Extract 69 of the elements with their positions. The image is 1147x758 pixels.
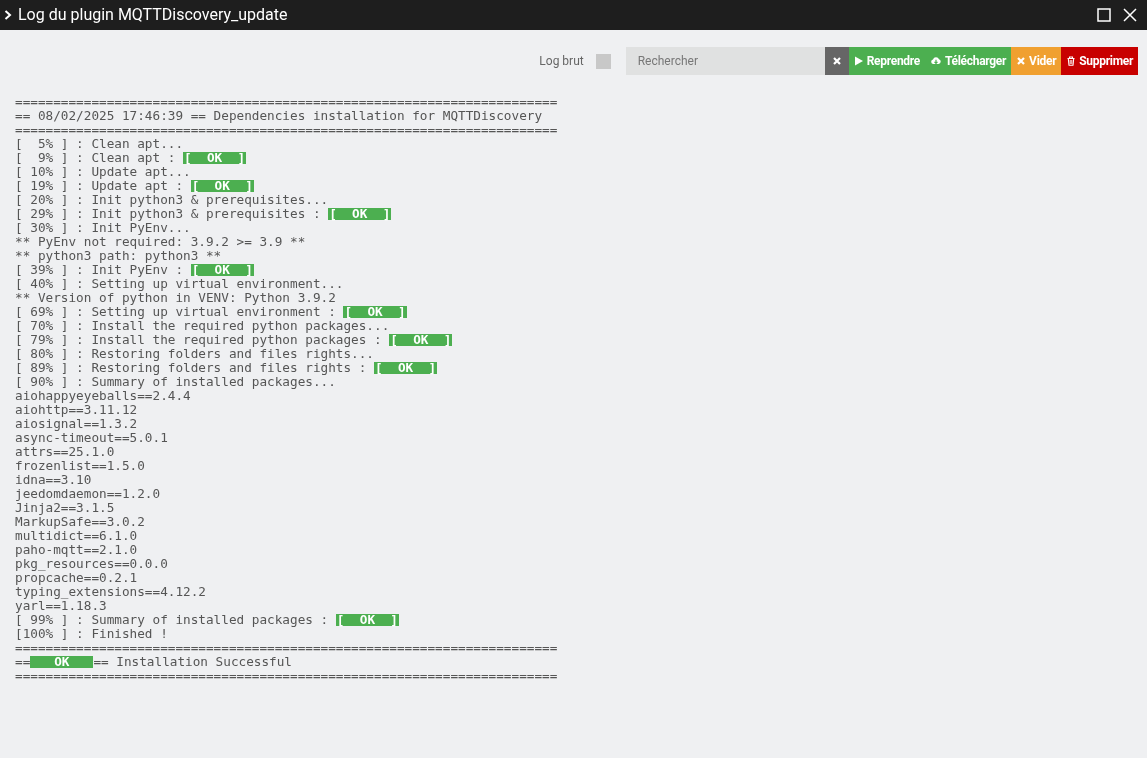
- log-line: aiohappyeyeballs==2.4.4: [15, 389, 191, 403]
- log-line: async-timeout==5.0.1: [15, 431, 168, 445]
- log-line: =======================================================================: [15, 95, 558, 109]
- log-line: frozenlist==1.5.0: [15, 459, 145, 473]
- log-line: ** Version of python in VENV: Python 3.9.2: [15, 291, 336, 305]
- log-line: [ 70% ] : Install the required python packages...: [15, 319, 390, 333]
- log-line: attrs==25.1.0: [15, 445, 115, 459]
- log-line: [ 80% ] : Restoring folders and files rights...: [15, 347, 374, 361]
- log-line: [ 40% ] : Setting up virtual environment...: [15, 277, 344, 291]
- log-line: yarl==1.18.3: [15, 599, 107, 613]
- log-line: propcache==0.2.1: [15, 571, 138, 585]
- resume-button[interactable]: Reprendre: [848, 47, 925, 75]
- log-line: idna==3.10: [15, 473, 92, 487]
- log-line: Jinja2==3.1.5: [15, 501, 115, 515]
- ok-badge: [ OK ]: [343, 306, 407, 318]
- log-line: paho-mqtt==2.1.0: [15, 543, 138, 557]
- x-icon: [1016, 56, 1027, 66]
- log-line: jeedomdaemon==1.2.0: [15, 487, 161, 501]
- ok-badge: [ OK ]: [335, 614, 399, 626]
- ok-badge: [ OK ]: [190, 180, 254, 192]
- log-line: == 08/02/2025 17:46:39 == Dependencies installation for MQTTDiscovery: [15, 109, 543, 123]
- log-line: [100% ] : Finished !: [15, 627, 168, 641]
- play-icon: [853, 56, 864, 66]
- ok-badge: [ OK ]: [190, 264, 254, 276]
- ok-badge: [ OK ]: [183, 152, 247, 164]
- log-line: =======================================================================: [15, 123, 558, 137]
- search-field[interactable]: Rechercher: [625, 47, 825, 75]
- close-icon[interactable]: [1123, 8, 1137, 22]
- log-line: [ 30% ] : Init PyEnv...: [15, 221, 191, 235]
- log-line: MarkupSafe==3.0.2: [15, 515, 145, 529]
- log-line: aiosignal==1.3.2: [15, 417, 138, 431]
- download-button[interactable]: Télécharger: [924, 47, 1012, 75]
- log-line: [ 90% ] : Summary of installed packages...: [15, 375, 336, 389]
- log-line: aiohttp==3.11.12: [15, 403, 138, 417]
- x-icon: [831, 56, 842, 66]
- window-title: Log du plugin MQTTDiscovery_update: [18, 4, 288, 26]
- log-line: pkg_resources==0.0.0: [15, 557, 168, 571]
- empty-button[interactable]: Vider: [1011, 47, 1062, 75]
- log-line: [ 10% ] : Update apt...: [15, 165, 191, 179]
- log-line: multidict==6.1.0: [15, 529, 138, 543]
- log-line: =======================================================================: [15, 669, 558, 683]
- log-line: [ 9% ] : Clean apt :: [15, 151, 176, 165]
- chevron-icon[interactable]: [4, 10, 12, 20]
- log-line: ==: [15, 655, 31, 669]
- ok-badge: OK: [30, 656, 94, 668]
- maximize-icon[interactable]: [1097, 8, 1111, 22]
- log-line: ** PyEnv not required: 3.9.2 >= 3.9 **: [15, 235, 306, 249]
- raw-log-checkbox[interactable]: [595, 53, 611, 69]
- log-line: [ 20% ] : Init python3 & prerequisites...: [15, 193, 329, 207]
- log-line: =======================================================================: [15, 641, 558, 655]
- clear-button[interactable]: [824, 47, 849, 75]
- log-line: [ 19% ] : Update apt :: [15, 179, 184, 193]
- cloud-download-icon: [929, 56, 942, 66]
- ok-badge: [ OK ]: [389, 334, 453, 346]
- log-line: [ 79% ] : Install the required python packages :: [15, 333, 382, 347]
- raw-log-label: Log brut: [539, 53, 584, 70]
- log-line: [ 99% ] : Summary of installed packages :: [15, 613, 330, 627]
- log-line: typing_extensions==4.12.2: [15, 585, 206, 599]
- log-line: [ 69% ] : Setting up virtual environment :: [15, 305, 337, 319]
- log-line: == Installation Successful: [93, 655, 292, 669]
- ok-badge: [ OK ]: [328, 208, 392, 220]
- log-line: [ 39% ] : Init PyEnv :: [15, 263, 184, 277]
- delete-button[interactable]: Supprimer: [1061, 47, 1138, 75]
- log-line: [ 89% ] : Restoring folders and files rights :: [15, 361, 367, 375]
- log-line: ** python3 path: python3 **: [15, 249, 222, 263]
- log-line: [ 5% ] : Clean apt...: [15, 137, 184, 151]
- ok-badge: [ OK ]: [374, 362, 438, 374]
- log-line: [ 29% ] : Init python3 & prerequisites :: [15, 207, 321, 221]
- trash-icon: [1066, 56, 1077, 66]
